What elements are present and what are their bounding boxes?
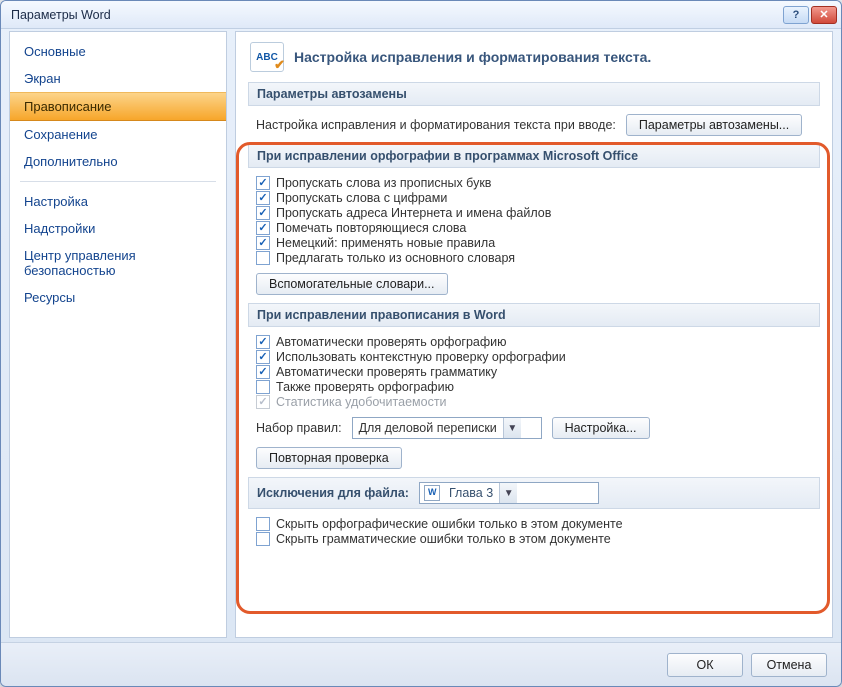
ruleset-value: Для деловой переписки <box>353 421 503 435</box>
exceptions-file-select[interactable]: Глава 3 ▼ <box>419 482 599 504</box>
sidebar-item-addins[interactable]: Надстройки <box>10 215 226 242</box>
label-ignore-numbers: Пропускать слова с цифрами <box>276 191 447 205</box>
label-flag-repeated: Помечать повторяющиеся слова <box>276 221 466 235</box>
sidebar-separator <box>20 181 216 182</box>
sidebar-item-display[interactable]: Экран <box>10 65 226 92</box>
help-button[interactable]: ? <box>783 6 809 24</box>
checkbox-main-dict-only[interactable] <box>256 251 270 265</box>
exceptions-file-value: Глава 3 <box>443 486 499 500</box>
label-check-spelling: Автоматически проверять орфографию <box>276 335 507 349</box>
proofing-icon: ABC <box>250 42 284 72</box>
custom-dictionaries-button[interactable]: Вспомогательные словари... <box>256 273 448 295</box>
sidebar-item-trust-center[interactable]: Центр управления безопасностью <box>10 242 226 284</box>
autocorrect-desc: Настройка исправления и форматирования т… <box>256 118 616 132</box>
content-panel: ABC Настройка исправления и форматирован… <box>235 31 833 638</box>
label-check-grammar: Автоматически проверять грамматику <box>276 365 497 379</box>
checkbox-check-grammar-with-spelling[interactable] <box>256 380 270 394</box>
chevron-down-icon[interactable]: ▼ <box>503 418 521 438</box>
checkbox-hide-grammar-errors[interactable] <box>256 532 270 546</box>
label-main-dict-only: Предлагать только из основного словаря <box>276 251 515 265</box>
sidebar: Основные Экран Правописание Сохранение Д… <box>9 31 227 638</box>
options-dialog: Параметры Word ? ✕ Основные Экран Правоп… <box>0 0 842 687</box>
label-german-reform: Немецкий: применять новые правила <box>276 236 495 250</box>
sidebar-item-proofing[interactable]: Правописание <box>10 92 226 121</box>
checkbox-ignore-numbers[interactable] <box>256 191 270 205</box>
word-document-icon <box>424 485 440 501</box>
section-autocorrect: Параметры автозамены <box>248 82 820 106</box>
checkbox-readability <box>256 395 270 409</box>
checkbox-hide-spelling-errors[interactable] <box>256 517 270 531</box>
window-title: Параметры Word <box>11 8 111 22</box>
checkbox-ignore-urls[interactable] <box>256 206 270 220</box>
sidebar-item-general[interactable]: Основные <box>10 38 226 65</box>
label-check-grammar-with-spelling: Также проверять орфографию <box>276 380 454 394</box>
titlebar: Параметры Word ? ✕ <box>1 1 841 29</box>
ruleset-label: Набор правил: <box>256 421 342 435</box>
ruleset-select[interactable]: Для деловой переписки ▼ <box>352 417 542 439</box>
autocorrect-options-button[interactable]: Параметры автозамены... <box>626 114 802 136</box>
checkbox-check-spelling[interactable] <box>256 335 270 349</box>
section-spelling-office: При исправлении орфографии в программах … <box>248 144 820 168</box>
page-title: Настройка исправления и форматирования т… <box>294 49 651 65</box>
label-hide-grammar-errors: Скрыть грамматические ошибки только в эт… <box>276 532 611 546</box>
checkbox-check-grammar[interactable] <box>256 365 270 379</box>
sidebar-item-resources[interactable]: Ресурсы <box>10 284 226 311</box>
cancel-button[interactable]: Отмена <box>751 653 827 677</box>
label-ignore-uppercase: Пропускать слова из прописных букв <box>276 176 491 190</box>
checkbox-german-reform[interactable] <box>256 236 270 250</box>
sidebar-item-customize[interactable]: Настройка <box>10 188 226 215</box>
ok-button[interactable]: ОК <box>667 653 743 677</box>
section-spelling-word: При исправлении правописания в Word <box>248 303 820 327</box>
label-ignore-urls: Пропускать адреса Интернета и имена файл… <box>276 206 551 220</box>
sidebar-item-save[interactable]: Сохранение <box>10 121 226 148</box>
close-button[interactable]: ✕ <box>811 6 837 24</box>
dialog-footer: ОК Отмена <box>1 642 841 686</box>
chevron-down-icon[interactable]: ▼ <box>499 483 517 503</box>
label-hide-spelling-errors: Скрыть орфографические ошибки только в э… <box>276 517 623 531</box>
grammar-settings-button[interactable]: Настройка... <box>552 417 650 439</box>
checkbox-contextual-spelling[interactable] <box>256 350 270 364</box>
recheck-button[interactable]: Повторная проверка <box>256 447 402 469</box>
checkbox-flag-repeated[interactable] <box>256 221 270 235</box>
label-readability: Статистика удобочитаемости <box>276 395 447 409</box>
exceptions-label: Исключения для файла: <box>257 486 409 500</box>
sidebar-item-advanced[interactable]: Дополнительно <box>10 148 226 175</box>
label-contextual-spelling: Использовать контекстную проверку орфогр… <box>276 350 566 364</box>
section-exceptions: Исключения для файла: Глава 3 ▼ <box>248 477 820 509</box>
checkbox-ignore-uppercase[interactable] <box>256 176 270 190</box>
